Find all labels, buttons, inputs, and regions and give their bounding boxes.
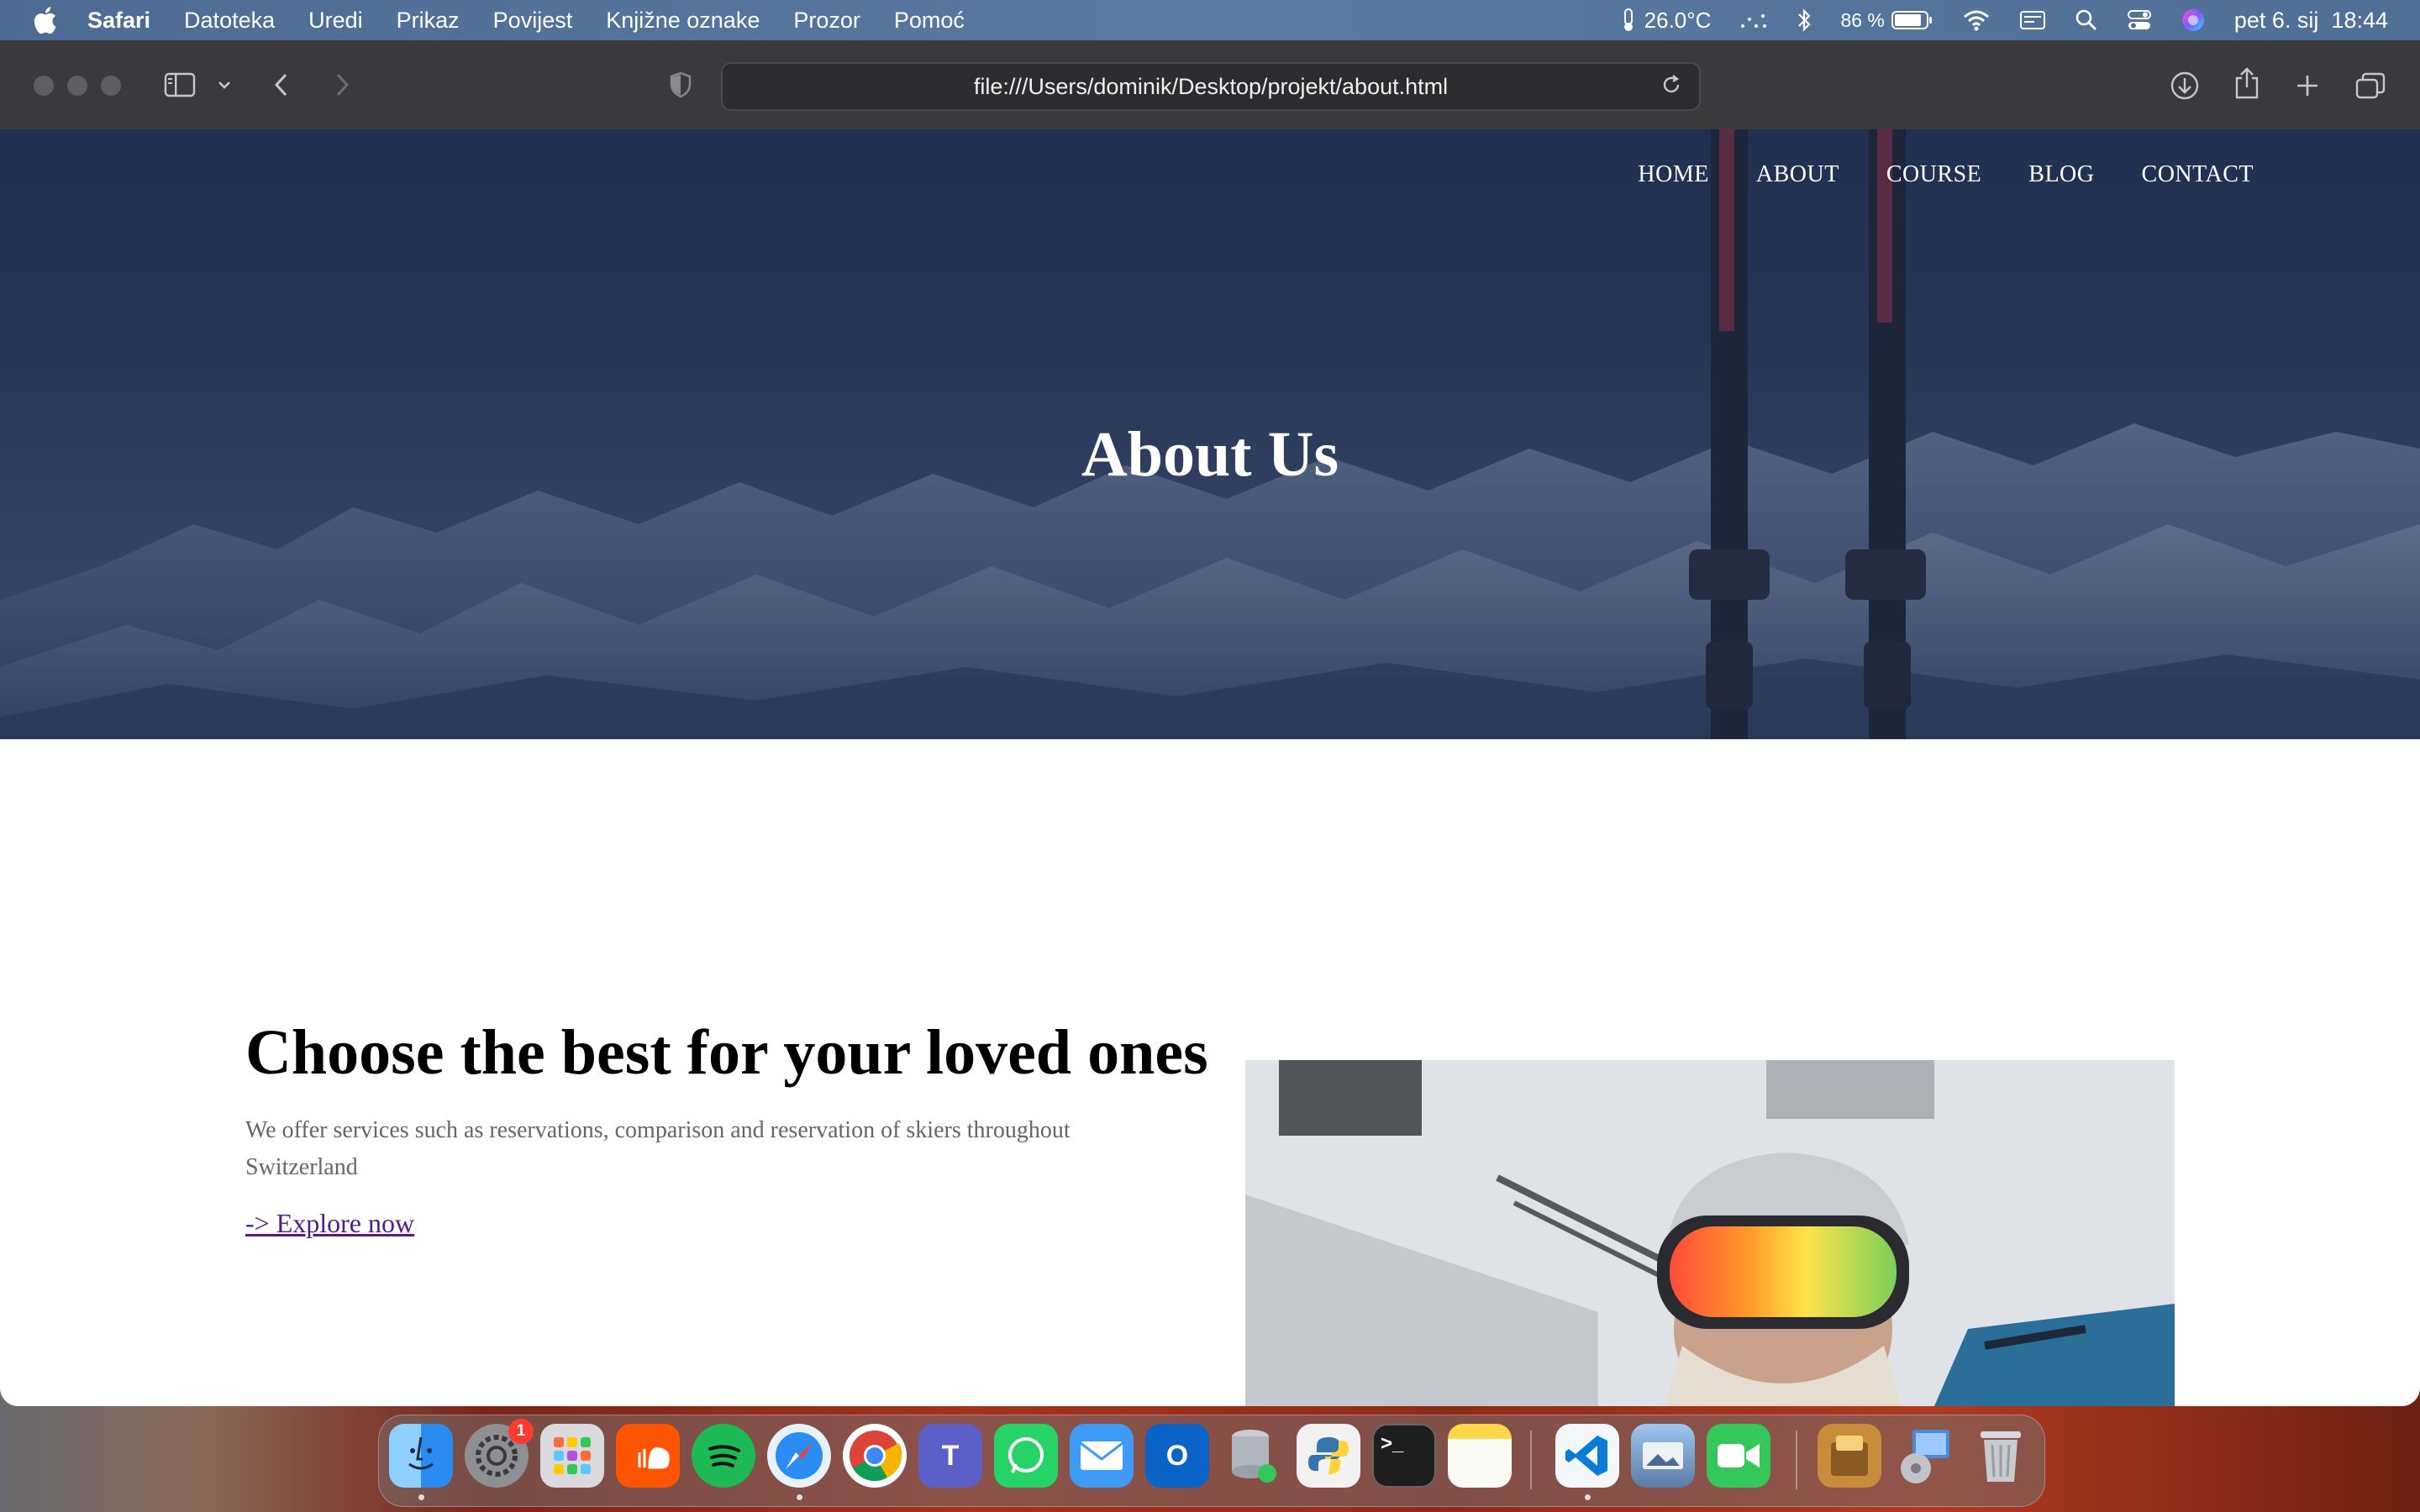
trash-icon[interactable] — [1969, 1424, 2033, 1488]
skier-photo — [1245, 1060, 2175, 1406]
chrome-icon[interactable] — [843, 1424, 907, 1488]
menu-app-name[interactable]: Safari — [87, 8, 150, 34]
notes-icon[interactable] — [1448, 1424, 1512, 1488]
spotlight-search-icon[interactable] — [2075, 8, 2098, 32]
siri-icon[interactable] — [2181, 8, 2206, 33]
address-bar[interactable]: file:///Users/dominik/Desktop/projekt/ab… — [721, 62, 1701, 111]
teams-icon[interactable]: T — [918, 1424, 982, 1488]
reload-icon[interactable] — [1660, 74, 1682, 96]
launchpad-icon[interactable] — [540, 1424, 604, 1488]
soundcloud-icon[interactable] — [616, 1424, 680, 1488]
browser-window: file:///Users/dominik/Desktop/projekt/ab… — [0, 40, 2420, 1406]
python-launcher-icon[interactable] — [1297, 1424, 1360, 1488]
privacy-report-button[interactable] — [667, 71, 694, 99]
dock-separator — [1530, 1431, 1532, 1489]
tab-overview-button[interactable] — [2354, 71, 2386, 101]
bluetooth-icon[interactable] — [1797, 8, 1812, 33]
safari-icon[interactable] — [767, 1424, 831, 1488]
back-button[interactable] — [269, 69, 294, 101]
download-icon — [2170, 71, 2199, 100]
skier-image — [1245, 1060, 2175, 1406]
web-page: HOME ABOUT COURSE BLOG CONTACT About Us … — [0, 129, 2420, 1406]
sequel-icon[interactable] — [1818, 1424, 1881, 1488]
facetime-icon[interactable] — [1707, 1424, 1770, 1488]
dock-separator-2 — [1796, 1431, 1797, 1489]
forward-button[interactable] — [329, 69, 355, 101]
zoom-window-button[interactable] — [101, 76, 121, 96]
shield-icon — [670, 71, 692, 98]
share-icon — [2235, 67, 2259, 99]
sidebar-icon — [164, 72, 196, 97]
vscode-running-indicator — [1585, 1494, 1591, 1500]
menu-prikaz[interactable]: Prikaz — [397, 8, 460, 34]
section-heading: Choose the best for your loved ones — [245, 1017, 1208, 1088]
outlook-icon[interactable]: O — [1145, 1424, 1209, 1488]
section-description: We offer services such as reservations, … — [245, 1117, 1071, 1180]
safari-running-indicator — [797, 1494, 802, 1500]
new-tab-button[interactable] — [2292, 71, 2323, 101]
finder-running-indicator — [418, 1494, 424, 1500]
nav-home-link[interactable]: HOME — [1638, 161, 1708, 188]
wifi-icon[interactable] — [1962, 9, 1991, 31]
menu-datoteka[interactable]: Datoteka — [184, 8, 275, 34]
whatsapp-icon[interactable] — [994, 1424, 1058, 1488]
menu-prozor[interactable]: Prozor — [793, 8, 860, 34]
database-icon[interactable] — [1221, 1424, 1285, 1488]
chevron-down-icon — [218, 81, 230, 89]
dots-menu-icon[interactable] — [1739, 9, 1768, 31]
battery-icon — [1891, 11, 1932, 29]
terminal-icon[interactable]: >_ — [1372, 1424, 1436, 1488]
nav-contact-link[interactable]: CONTACT — [2142, 161, 2254, 188]
downloads-button[interactable] — [2168, 69, 2202, 102]
preview-icon[interactable] — [1631, 1424, 1695, 1488]
system-settings-icon[interactable]: 1 — [465, 1419, 534, 1488]
tab-overview-icon — [2355, 72, 2386, 99]
chevron-left-icon — [274, 73, 287, 97]
minimize-window-button[interactable] — [67, 76, 87, 96]
dock: 1 T O >_ — [378, 1415, 2045, 1507]
nav-course-link[interactable]: COURSE — [1886, 161, 1981, 188]
hero-title: About Us — [1081, 419, 1339, 490]
apple-icon[interactable] — [32, 6, 57, 34]
hero-banner: HOME ABOUT COURSE BLOG CONTACT About Us — [0, 129, 2420, 739]
menu-knjizne-oznake[interactable]: Knjižne oznake — [606, 8, 760, 34]
clock-datetime[interactable]: pet 6. sij 18:44 — [2234, 8, 2388, 34]
tab-groups-dropdown[interactable] — [215, 76, 234, 94]
menu-pomoc[interactable]: Pomoć — [894, 8, 965, 34]
temperature-text: 26.0°C — [1644, 7, 1712, 33]
nav-blog-link[interactable]: BLOG — [2028, 161, 2094, 188]
input-source-icon[interactable] — [2019, 9, 2046, 31]
explore-now-link[interactable]: -> Explore now — [245, 1208, 414, 1239]
control-center-icon[interactable] — [2127, 8, 2152, 32]
temperature-status[interactable]: 26.0°C — [1619, 7, 1712, 34]
battery-status[interactable]: 86 % — [1840, 9, 1933, 32]
plus-icon — [2297, 76, 2317, 96]
spotify-icon[interactable] — [692, 1424, 755, 1488]
close-window-button[interactable] — [34, 76, 54, 96]
nav-about-link[interactable]: ABOUT — [1756, 161, 1839, 188]
vscode-icon[interactable] — [1555, 1424, 1619, 1488]
finder-icon[interactable] — [389, 1424, 453, 1488]
disk-utility-icon[interactable] — [1893, 1424, 1957, 1488]
main-nav: HOME ABOUT COURSE BLOG CONTACT — [1591, 161, 2254, 188]
menu-povijest[interactable]: Povijest — [493, 8, 573, 34]
sidebar-toggle-button[interactable] — [163, 71, 197, 99]
browser-toolbar: file:///Users/dominik/Desktop/projekt/ab… — [0, 40, 2420, 131]
mail-icon[interactable] — [1070, 1424, 1134, 1488]
chevron-right-icon — [336, 73, 350, 97]
menu-bar: Safari Datoteka Uredi Prikaz Povijest Kn… — [0, 0, 2420, 40]
notification-badge: 1 — [508, 1419, 534, 1444]
share-button[interactable] — [2230, 66, 2264, 101]
thermometer-icon — [1623, 8, 1633, 31]
menu-uredi[interactable]: Uredi — [308, 8, 363, 34]
battery-text: 86 % — [1840, 8, 1885, 31]
url-text[interactable]: file:///Users/dominik/Desktop/projekt/ab… — [974, 74, 1448, 100]
